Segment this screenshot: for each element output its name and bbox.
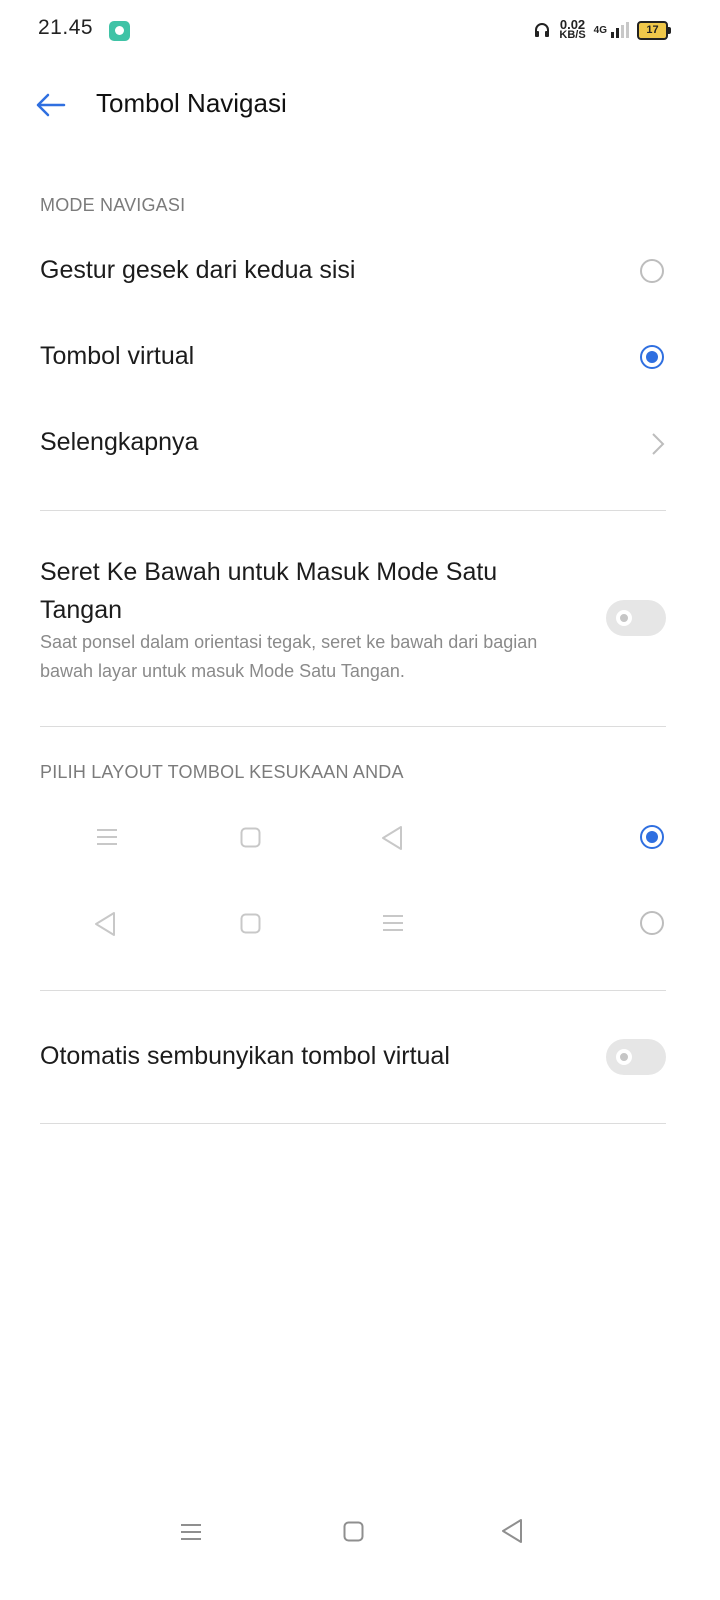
auto-hide-label: Otomatis sembunyikan tombol virtual xyxy=(40,1042,450,1070)
app-notification-icon xyxy=(109,21,130,41)
nav-back-icon[interactable] xyxy=(501,1518,523,1544)
layout-option-2-radio[interactable] xyxy=(640,911,664,935)
one-hand-title: Seret Ke Bawah untuk Masuk Mode Satu Tan… xyxy=(40,558,498,624)
page-title: Tombol Navigasi xyxy=(96,88,287,118)
back-triangle-icon xyxy=(94,911,116,937)
menu-icon xyxy=(96,827,118,847)
nav-home-icon[interactable] xyxy=(343,1521,364,1542)
back-triangle-icon xyxy=(381,825,403,851)
menu-icon xyxy=(382,913,404,933)
option-virtual-radio[interactable] xyxy=(640,345,664,369)
network-speed: 0.02 KB/S xyxy=(559,18,586,41)
section-heading-mode: MODE NAVIGASI xyxy=(40,195,186,215)
signal-icon xyxy=(611,22,629,38)
nav-menu-icon[interactable] xyxy=(180,1522,202,1542)
section-heading-layout: PILIH LAYOUT TOMBOL KESUKAAN ANDA xyxy=(40,762,404,782)
layout-option-1-radio[interactable] xyxy=(640,825,664,849)
auto-hide-row[interactable]: Otomatis sembunyikan tombol virtual xyxy=(0,1010,720,1104)
layout-option-1[interactable] xyxy=(0,800,720,876)
home-square-icon xyxy=(240,827,261,848)
layout-option-2[interactable] xyxy=(0,886,720,962)
more-row[interactable]: Selengkapnya xyxy=(0,400,720,486)
back-arrow-icon[interactable] xyxy=(34,90,66,120)
status-time: 21.45 xyxy=(38,16,94,39)
divider xyxy=(40,1123,666,1124)
more-label: Selengkapnya xyxy=(40,428,199,456)
one-hand-description: Saat ponsel dalam orientasi tegak, seret… xyxy=(40,632,538,681)
option-gesture-label: Gestur gesek dari kedua sisi xyxy=(40,256,356,284)
option-gesture-row[interactable]: Gestur gesek dari kedua sisi xyxy=(0,228,720,314)
battery-icon: 17 xyxy=(637,20,671,40)
option-gesture-radio[interactable] xyxy=(640,259,664,283)
headphones-icon xyxy=(535,23,550,37)
auto-hide-toggle[interactable] xyxy=(606,1039,666,1075)
divider xyxy=(40,726,666,727)
chevron-right-icon xyxy=(650,432,666,456)
option-virtual-row[interactable]: Tombol virtual xyxy=(0,314,720,400)
divider xyxy=(40,990,666,991)
one-hand-toggle[interactable] xyxy=(606,600,666,636)
speed-unit: KB/S xyxy=(559,29,586,41)
status-icons: 0.02 KB/S 4G 17 xyxy=(533,16,671,44)
home-square-icon xyxy=(240,913,261,934)
divider xyxy=(40,510,666,511)
network-type: 4G xyxy=(593,24,607,36)
option-virtual-label: Tombol virtual xyxy=(40,342,195,370)
